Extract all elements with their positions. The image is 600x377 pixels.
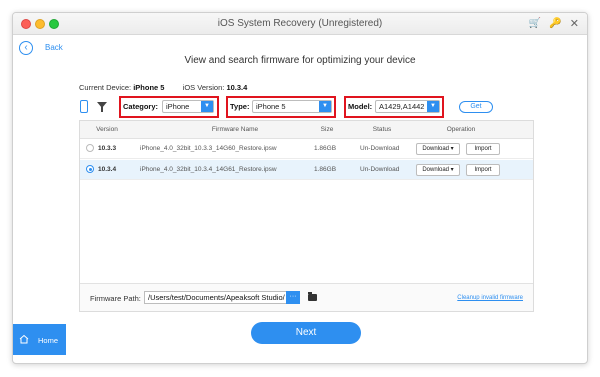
window-title: iOS System Recovery (Unregistered) <box>217 18 383 29</box>
chevron-down-icon: ▼ <box>319 101 331 112</box>
get-button[interactable]: Get <box>459 101 493 113</box>
ios-version-label: iOS Version: <box>182 83 225 92</box>
download-label: Download <box>422 167 449 173</box>
version-cell: 10.3.3 <box>98 145 117 152</box>
home-label: Home <box>38 336 59 345</box>
back-link[interactable]: Back <box>45 43 63 52</box>
row-radio[interactable] <box>86 144 94 152</box>
filter-row: Category: iPhone ▼ Type: iPhone 5 ▼ Mode… <box>79 96 499 118</box>
table-row[interactable]: 10.3.4 iPhone_4.0_32bit_10.3.4_14G61_Res… <box>80 160 533 180</box>
cart-icon[interactable]: 🛒 <box>529 17 541 31</box>
size-cell: 1.86GB <box>314 145 337 152</box>
import-button[interactable]: Import <box>466 164 500 176</box>
firmware-name-cell: iPhone_4.0_32bit_10.3.4_14G61_Restore.ip… <box>140 166 277 173</box>
firmware-path-bar: Firmware Path: /Users/test/Documents/Ape… <box>80 283 533 311</box>
row-radio[interactable] <box>86 165 94 173</box>
column-header-operation: Operation <box>446 126 476 133</box>
column-header-status: Status <box>372 126 392 133</box>
current-device-label: Current Device: <box>79 83 132 92</box>
table-row[interactable]: 10.3.3 iPhone_4.0_32bit_10.3.3_14G60_Res… <box>80 139 533 159</box>
type-select[interactable]: iPhone 5 ▼ <box>252 100 332 113</box>
category-label: Category: <box>123 102 159 111</box>
cleanup-invalid-firmware-link[interactable]: Cleanup invalid firmware <box>457 295 523 301</box>
version-cell: 10.3.4 <box>98 166 117 173</box>
chevron-down-icon: ▼ <box>201 101 213 112</box>
model-label: Model: <box>348 102 373 111</box>
import-button[interactable]: Import <box>466 143 500 155</box>
back-arrow-icon[interactable]: ‹ <box>19 41 33 55</box>
next-button[interactable]: Next <box>251 322 361 344</box>
table-header: Version Firmware Name Size Status Operat… <box>80 121 533 139</box>
filter-icon[interactable] <box>97 102 107 112</box>
phone-icon[interactable] <box>80 100 88 113</box>
category-select[interactable]: iPhone ▼ <box>162 100 214 113</box>
column-header-version: Version <box>96 126 118 133</box>
app-window: iOS System Recovery (Unregistered) 🛒 🔑 ✕… <box>12 12 588 364</box>
ios-version-value: 10.3.4 <box>226 83 248 92</box>
device-info: Current Device: iPhone 5 iOS Version: 10… <box>79 83 247 92</box>
category-value: iPhone <box>166 102 190 111</box>
home-icon <box>19 334 29 344</box>
type-value: iPhone 5 <box>256 102 286 111</box>
column-header-firmware: Firmware Name <box>211 126 259 133</box>
column-header-size: Size <box>320 126 334 133</box>
page-heading: View and search firmware for optimizing … <box>184 55 416 66</box>
title-icons: 🛒 🔑 ✕ <box>529 17 579 31</box>
firmware-table: Version Firmware Name Size Status Operat… <box>79 120 534 312</box>
model-select[interactable]: A1429,A1442 ▼ <box>375 100 440 113</box>
title-bar: iOS System Recovery (Unregistered) 🛒 🔑 ✕ <box>13 13 587 35</box>
firmware-path-input[interactable]: /Users/test/Documents/Apeaksoft Studio/ <box>144 291 300 304</box>
size-cell: 1.86GB <box>314 166 337 173</box>
status-cell: Un-Download <box>360 166 400 173</box>
home-button[interactable]: Home <box>13 324 66 355</box>
key-icon[interactable]: 🔑 <box>549 17 561 31</box>
model-value: A1429,A1442 <box>379 102 425 111</box>
chevron-down-icon: ▾ <box>450 167 454 173</box>
download-label: Download <box>422 146 449 152</box>
download-dropdown[interactable]: Download ▾ <box>416 164 460 176</box>
browse-button[interactable]: ··· <box>286 291 300 304</box>
firmware-path-label: Firmware Path: <box>90 294 141 303</box>
chevron-down-icon: ▼ <box>427 101 439 112</box>
type-label: Type: <box>230 102 250 111</box>
download-dropdown[interactable]: Download ▾ <box>416 143 460 155</box>
close-icon[interactable]: ✕ <box>570 17 579 31</box>
folder-icon[interactable] <box>308 292 317 301</box>
current-device-value: iPhone 5 <box>133 83 165 92</box>
status-cell: Un-Download <box>360 145 400 152</box>
firmware-name-cell: iPhone_4.0_32bit_10.3.3_14G60_Restore.ip… <box>140 145 277 152</box>
chevron-down-icon: ▾ <box>450 146 454 152</box>
